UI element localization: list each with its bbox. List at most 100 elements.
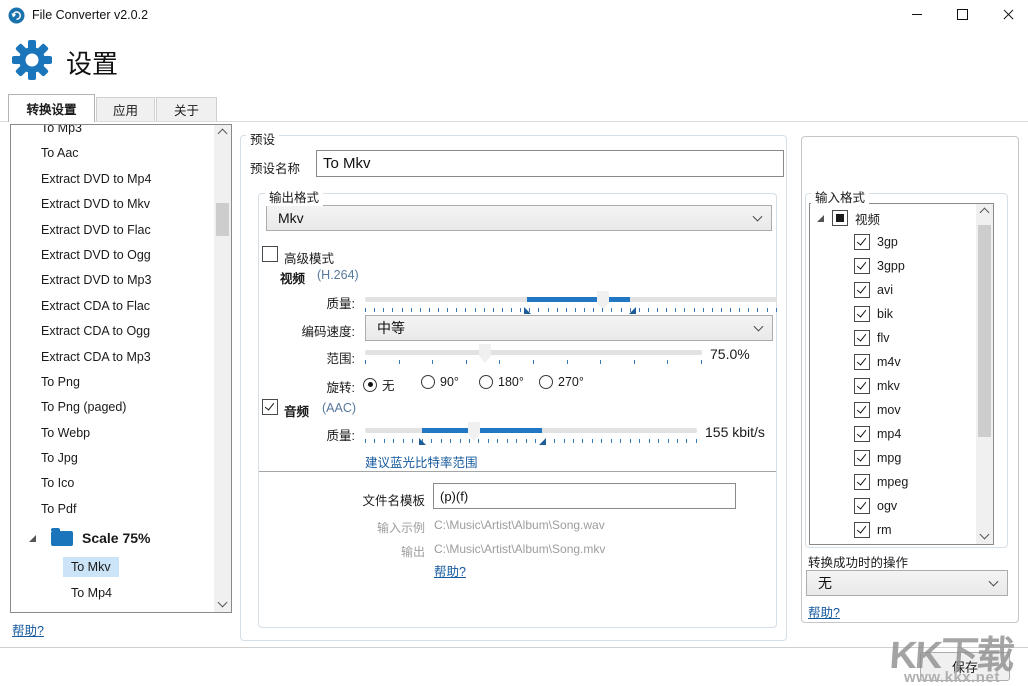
scroll-up-icon[interactable] — [979, 207, 990, 218]
input-example-value: C:\Music\Artist\Album\Song.wav — [434, 518, 605, 532]
preset-list-item[interactable]: To Webp — [11, 421, 214, 446]
tree-node-format[interactable]: 3gpp — [810, 254, 993, 278]
tree-scrollbar[interactable] — [976, 204, 993, 544]
tree-node-format[interactable]: mp4 — [810, 422, 993, 446]
preset-list-item[interactable]: To Mp4 — [11, 580, 214, 606]
scrollbar-thumb[interactable] — [216, 203, 229, 236]
rotation-radio-180[interactable]: 180° — [479, 375, 524, 389]
format-checkbox[interactable] — [854, 450, 870, 466]
radio-icon — [479, 375, 493, 389]
encoding-speed-select[interactable]: 中等 — [365, 315, 773, 341]
format-checkbox[interactable] — [854, 402, 870, 418]
preset-list-item[interactable]: Extract DVD to Ogg — [11, 243, 214, 268]
tree-node-format[interactable]: mpeg — [810, 470, 993, 494]
preset-list-item[interactable]: To Png (paged) — [11, 395, 214, 420]
rotation-radio-90[interactable]: 90° — [421, 375, 459, 389]
rotation-radio-none[interactable]: 无 — [363, 375, 395, 394]
scroll-up-icon[interactable] — [217, 128, 228, 139]
scrollbar-thumb[interactable] — [978, 225, 991, 437]
sidebar-scrollbar[interactable] — [214, 125, 231, 612]
video-group-checkbox[interactable] — [832, 210, 848, 226]
post-action-label: 转换成功时的操作 — [808, 556, 909, 570]
rotation-radio-270[interactable]: 270° — [539, 375, 584, 389]
preset-list-item[interactable]: To Png — [11, 370, 214, 395]
format-checkbox[interactable] — [854, 354, 870, 370]
format-checkbox[interactable] — [854, 498, 870, 514]
tab-application[interactable]: 应用 — [96, 97, 155, 121]
tree-node-format[interactable]: mpg — [810, 446, 993, 470]
preset-list-item[interactable]: Extract DVD to Mkv — [11, 192, 214, 217]
chevron-down-icon — [988, 576, 999, 587]
expander-open-icon[interactable] — [816, 214, 825, 223]
audio-enabled-checkbox[interactable] — [262, 399, 278, 415]
preset-list-item[interactable]: Extract CDA to Mp3 — [11, 345, 214, 370]
audio-quality-slider[interactable] — [365, 428, 697, 433]
folder-icon — [51, 527, 73, 546]
scroll-down-icon[interactable] — [217, 597, 228, 608]
preset-name-label: 预设名称 — [250, 162, 301, 176]
close-button[interactable] — [988, 0, 1028, 29]
preset-list-item[interactable]: Extract CDA to Flac — [11, 294, 214, 319]
tree-node-format[interactable]: mov — [810, 398, 993, 422]
input-example-label: 输入示例 — [376, 521, 425, 535]
preset-list-item-selected[interactable]: To Mkv — [11, 554, 214, 580]
tree-node-video[interactable]: 视频 — [810, 206, 993, 230]
preset-list-item[interactable]: To Aac — [11, 141, 214, 166]
tab-conversion-settings[interactable]: 转换设置 — [8, 94, 95, 122]
video-scale-slider[interactable] — [365, 350, 702, 355]
video-scale-value: 75.0% — [710, 346, 750, 362]
tree-node-format[interactable]: 3gp — [810, 230, 993, 254]
radio-icon — [539, 375, 553, 389]
minimize-button[interactable] — [897, 0, 937, 29]
preset-list-item[interactable]: To Ico — [11, 471, 214, 496]
preset-list-item[interactable]: To Pdf — [11, 497, 214, 522]
format-checkbox[interactable] — [854, 306, 870, 322]
radio-icon — [421, 375, 435, 389]
format-checkbox[interactable] — [854, 258, 870, 274]
gear-icon — [10, 38, 54, 87]
format-checkbox[interactable] — [854, 474, 870, 490]
advanced-mode-checkbox[interactable] — [262, 246, 278, 262]
tree-node-format[interactable]: ogv — [810, 494, 993, 518]
preset-name-input[interactable] — [316, 150, 784, 177]
tab-about[interactable]: 关于 — [156, 97, 217, 121]
expander-open-icon[interactable] — [28, 534, 37, 543]
tree-node-format[interactable]: mkv — [810, 374, 993, 398]
output-format-select[interactable]: Mkv — [266, 205, 772, 231]
input-formats-help-link[interactable]: 帮助? — [808, 602, 840, 621]
format-checkbox[interactable] — [854, 282, 870, 298]
output-example-value: C:\Music\Artist\Album\Song.mkv — [434, 542, 606, 556]
save-button[interactable]: 保存 — [920, 652, 1010, 681]
sidebar-help-link[interactable]: 帮助? — [12, 620, 44, 639]
filename-template-input[interactable] — [433, 483, 736, 509]
filename-help-link[interactable]: 帮助? — [434, 561, 466, 580]
preset-list-item[interactable]: Extract DVD to Mp3 — [11, 268, 214, 293]
tree-node-format[interactable]: bik — [810, 302, 993, 326]
format-checkbox[interactable] — [854, 234, 870, 250]
preset-list-item[interactable]: Extract DVD to Flac — [11, 218, 214, 243]
audio-quality-label: 质量: — [326, 429, 355, 443]
input-formats-group-label: 输入格式 — [811, 187, 870, 206]
footer-divider — [0, 647, 1028, 648]
maximize-button[interactable] — [942, 0, 982, 29]
post-action-select[interactable]: 无 — [806, 570, 1008, 596]
scroll-down-icon[interactable] — [979, 529, 990, 540]
format-checkbox[interactable] — [854, 330, 870, 346]
tree-node-format[interactable]: flv — [810, 326, 993, 350]
preset-list-item[interactable]: Extract DVD to Mp4 — [11, 167, 214, 192]
format-checkbox[interactable] — [854, 378, 870, 394]
format-checkbox[interactable] — [854, 522, 870, 538]
format-checkbox[interactable] — [854, 426, 870, 442]
tree-node-format[interactable]: avi — [810, 278, 993, 302]
preset-list-item[interactable]: To Mp3 — [11, 125, 214, 141]
video-quality-slider[interactable] — [365, 297, 777, 302]
tree-node-format[interactable]: rm — [810, 518, 993, 542]
page-title: 设置 — [66, 49, 119, 79]
app-window: File Converter v2.0.2 设置 转换设置 应用 关于 To M… — [0, 0, 1028, 686]
audio-section-label: 音频 — [284, 405, 310, 419]
tree-node-format[interactable]: m4v — [810, 350, 993, 374]
preset-list-item[interactable]: To Jpg — [11, 446, 214, 471]
bluray-bitrate-link[interactable]: 建议蓝光比特率范围 — [365, 452, 478, 471]
preset-folder-node[interactable]: Scale 75% — [11, 522, 214, 554]
preset-list-item[interactable]: Extract CDA to Ogg — [11, 319, 214, 344]
